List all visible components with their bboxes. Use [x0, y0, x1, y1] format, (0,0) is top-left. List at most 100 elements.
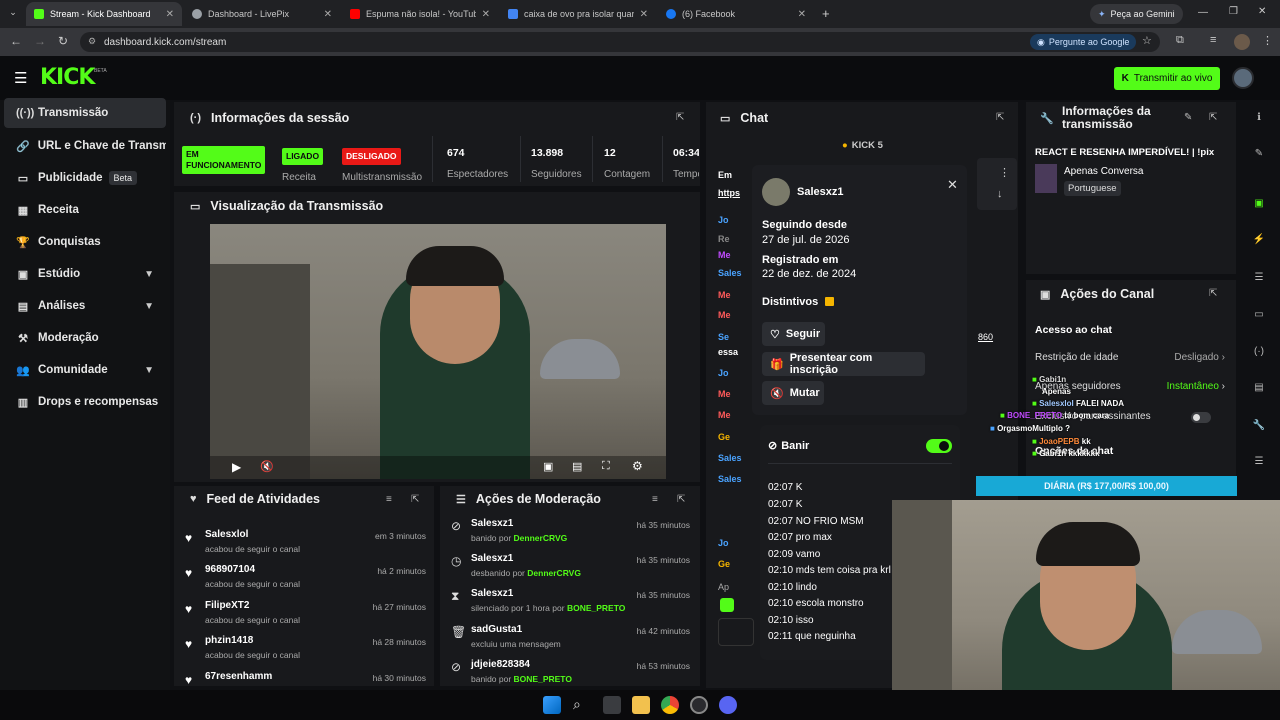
- more-options-icon[interactable]: ⋮: [999, 166, 1010, 179]
- popout-icon[interactable]: ⇱: [996, 112, 1004, 123]
- overlay-chat-line: ■ OrgasmoMultiplo ?: [990, 424, 1070, 433]
- filter-icon[interactable]: ≡: [652, 494, 658, 505]
- maximize-button[interactable]: ❐: [1229, 6, 1238, 17]
- popout-icon[interactable]: ⇱: [411, 494, 419, 505]
- edit-pencil-icon[interactable]: ✎: [1184, 112, 1192, 123]
- overlay-badge-icon: ■: [1000, 411, 1005, 420]
- url-input[interactable]: ⚙ dashboard.kick.com/stream: [80, 32, 1160, 52]
- popout-icon[interactable]: ⇱: [1209, 288, 1217, 299]
- chat-fragment: essa: [718, 347, 739, 357]
- mod-panel-icon[interactable]: ☰: [1251, 454, 1267, 470]
- browser-tab[interactable]: Stream - Kick Dashboard ✕: [26, 2, 182, 26]
- close-tab-icon[interactable]: ✕: [482, 9, 490, 20]
- kick-logo[interactable]: KICK: [40, 65, 95, 90]
- play-icon[interactable]: ▶: [232, 460, 241, 474]
- popout-icon[interactable]: ⇱: [676, 112, 684, 123]
- close-tab-icon[interactable]: ✕: [798, 9, 806, 20]
- follow-button[interactable]: ♡ Seguir: [762, 322, 825, 346]
- forward-icon[interactable]: →: [34, 34, 46, 48]
- bolt-icon[interactable]: ⚡: [1251, 232, 1267, 248]
- chat-input[interactable]: [718, 618, 754, 646]
- discord-icon[interactable]: [719, 696, 737, 714]
- site-info-icon[interactable]: ⚙: [88, 36, 96, 47]
- hamburger-menu-icon[interactable]: ☰: [14, 69, 27, 87]
- user-avatar[interactable]: [1232, 67, 1254, 89]
- pip-icon[interactable]: ▣: [543, 460, 553, 473]
- broadcast-icon: ((·)): [16, 107, 35, 119]
- browser-tab[interactable]: Dashboard - LivePix ✕: [184, 2, 340, 26]
- category-name[interactable]: Apenas Conversa: [1064, 166, 1144, 177]
- task-view-icon[interactable]: [603, 696, 621, 714]
- browser-tab[interactable]: (6) Facebook ✕: [658, 2, 814, 26]
- shield-icon: ▣: [1040, 288, 1051, 301]
- age-restriction-row[interactable]: Restrição de idade Desligado ›: [1035, 352, 1225, 368]
- reload-icon[interactable]: ↻: [58, 34, 68, 48]
- sidebar-item-drops[interactable]: ▥ Drops e recompensas: [4, 387, 166, 417]
- close-tab-icon[interactable]: ✕: [640, 9, 648, 20]
- chat-link-fragment[interactable]: https: [718, 188, 740, 198]
- windows-start-icon[interactable]: [543, 696, 561, 714]
- sidebar-item-publicidade[interactable]: ▭ Publicidade Beta: [4, 163, 166, 193]
- ask-google-button[interactable]: ◉ Pergunte ao Google: [1030, 34, 1137, 50]
- back-icon[interactable]: ←: [10, 34, 22, 48]
- sidebar-item-transmissao[interactable]: ((·)) Transmissão: [4, 98, 166, 128]
- preview-panel-icon[interactable]: ▣: [1251, 196, 1267, 212]
- extensions-icon[interactable]: ⧉: [1176, 34, 1184, 47]
- facebook-favicon-icon: [666, 9, 676, 19]
- popout-icon[interactable]: ⇱: [1209, 112, 1217, 123]
- fullscreen-icon[interactable]: ⛶: [602, 460, 610, 473]
- stream-info-panel-icon[interactable]: 🔧: [1251, 418, 1267, 434]
- chat-log-line: 02:10 escola monstro: [768, 598, 864, 609]
- popout-icon[interactable]: ⇱: [677, 494, 685, 505]
- file-explorer-icon[interactable]: [632, 696, 650, 714]
- new-tab-button[interactable]: +: [822, 6, 830, 21]
- subscribers-toggle[interactable]: [1191, 412, 1211, 423]
- search-icon[interactable]: ⌕: [573, 696, 581, 713]
- mute-icon[interactable]: 🔇: [260, 460, 274, 473]
- channel-actions-panel-icon[interactable]: ▤: [1251, 380, 1267, 396]
- stream-preview-video[interactable]: ▶ 🔇 ▣ ▤ ⛶ ⚙: [210, 224, 666, 479]
- divider: [520, 136, 521, 182]
- sidebar-item-url[interactable]: 🔗URL e Chave de Transmissão: [4, 131, 166, 161]
- close-icon[interactable]: ✕: [947, 177, 958, 193]
- bookmark-star-icon[interactable]: ☆: [1142, 34, 1152, 47]
- tab-search-icon[interactable]: ⌄: [6, 7, 20, 21]
- sidebar-item-analises[interactable]: ▤ Análises ▼: [4, 291, 166, 321]
- table-row: 🗑 sadGusta1 excluiu uma mensagem há 42 minu…: [451, 624, 690, 649]
- chat-panel-icon[interactable]: ▭: [1251, 307, 1267, 323]
- obs-icon[interactable]: [690, 696, 708, 714]
- browser-tab[interactable]: caixa de ovo pra isolar quarto -✕: [500, 2, 656, 26]
- gemini-button[interactable]: ✦ Peça ao Gemini: [1090, 4, 1183, 24]
- sidebar-item-conquistas[interactable]: 🏆 Conquistas: [4, 227, 166, 257]
- close-tab-icon[interactable]: ✕: [166, 9, 174, 20]
- close-window-button[interactable]: ✕: [1258, 6, 1266, 17]
- close-tab-icon[interactable]: ✕: [324, 9, 332, 20]
- ban-toggle[interactable]: [926, 439, 952, 453]
- sidebar-item-comunidade[interactable]: 👥 Comunidade ▼: [4, 355, 166, 385]
- profile-avatar[interactable]: [1234, 34, 1250, 50]
- session-panel-icon[interactable]: (·): [1251, 344, 1267, 360]
- theater-icon[interactable]: ▤: [572, 460, 582, 473]
- pencil-icon[interactable]: ✎: [1251, 146, 1267, 162]
- sidebar-item-receita[interactable]: ▦ Receita: [4, 195, 166, 225]
- user-card-name[interactable]: Salesxz1: [797, 186, 843, 198]
- scroll-down-icon[interactable]: ↓: [997, 188, 1003, 200]
- go-live-button[interactable]: K Transmitir ao vivo: [1114, 67, 1220, 90]
- browser-menu-icon[interactable]: ⋮: [1262, 34, 1273, 47]
- chat-fragment: Se: [718, 332, 730, 342]
- sidebar-item-estudio[interactable]: ▣ Estúdio ▼: [4, 259, 166, 289]
- sidebar-item-moderacao[interactable]: ⚒ Moderação: [4, 323, 166, 353]
- info-icon[interactable]: ℹ: [1251, 110, 1267, 126]
- reading-list-icon[interactable]: ≡: [1210, 34, 1216, 46]
- list-item: ♥ 67resenhamm há 30 minutos: [185, 671, 426, 685]
- minimize-button[interactable]: —: [1198, 7, 1208, 18]
- settings-gear-icon[interactable]: ⚙: [632, 459, 643, 473]
- mute-button[interactable]: 🔇 Mutar: [762, 381, 824, 405]
- chrome-icon[interactable]: [661, 696, 679, 714]
- filter-icon[interactable]: ≡: [386, 494, 392, 505]
- browser-tab[interactable]: Espuma não isola! - YouTube ✕: [342, 2, 498, 26]
- gift-sub-button[interactable]: 🎁 Presentear com inscrição: [762, 352, 925, 376]
- list-panel-icon[interactable]: ☰: [1251, 270, 1267, 286]
- gift-icon: 🎁: [770, 358, 784, 371]
- chat-link-fragment[interactable]: 860: [978, 332, 993, 342]
